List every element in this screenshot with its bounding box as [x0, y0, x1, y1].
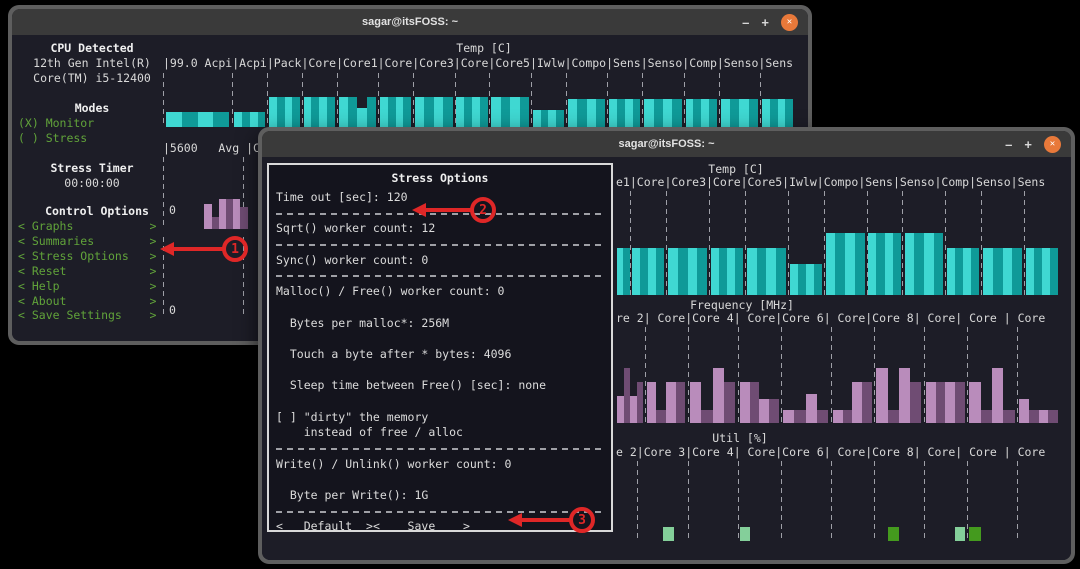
- arrow-left-icon: [412, 203, 426, 217]
- titlebar[interactable]: sagar@itsFOSS: ~ – + ✕: [262, 131, 1071, 157]
- arrow-left-icon: [160, 242, 174, 256]
- close-button[interactable]: ✕: [1044, 136, 1061, 153]
- control-options-heading: Control Options: [12, 204, 182, 218]
- divider: [276, 268, 604, 284]
- mode-stress-radio[interactable]: ( ) Stress: [18, 131, 87, 145]
- malloc-workers-row[interactable]: Malloc() / Free() worker count: 0: [276, 284, 604, 300]
- spacer: [276, 300, 604, 316]
- sync-workers-row[interactable]: Sync() worker count: 0: [276, 253, 604, 269]
- util-graph-labels: e 2|Core 3|Core 4| Core|Core 6| Core|Cor…: [616, 445, 1045, 459]
- divider: [276, 441, 604, 457]
- window-title: sagar@itsFOSS: ~: [362, 16, 458, 28]
- dirty-memory-checkbox[interactable]: [ ] "dirty" the memory: [276, 410, 604, 426]
- util-graph: [616, 461, 1060, 541]
- cpu-model-line1: 12th Gen Intel(R): [12, 56, 172, 70]
- byte-per-write-row[interactable]: Byte per Write(): 1G: [276, 488, 604, 504]
- minimize-button[interactable]: –: [1005, 138, 1012, 151]
- freq-graph: [616, 327, 1060, 423]
- cpu-detected-heading: CPU Detected: [12, 41, 172, 55]
- temp-graph-labels: |99.0 Acpi|Acpi|Pack|Core|Core1|Core|Cor…: [163, 56, 793, 70]
- util-zero-label: 0: [169, 303, 176, 317]
- freq-scale-row: |5600 Avg |C: [163, 141, 260, 155]
- terminal-content: Stress Options Time out [sec]: 120 Sqrt(…: [262, 157, 1071, 560]
- menu-item-graphs[interactable]: < Graphs >: [18, 219, 159, 233]
- temp-graph: [616, 191, 1060, 295]
- menu-item-summaries[interactable]: < Summaries >: [18, 234, 159, 248]
- maximize-button[interactable]: +: [761, 16, 769, 29]
- menu-item-help[interactable]: < Help >: [18, 279, 159, 293]
- temp-graph-title: Temp [C]: [384, 41, 584, 55]
- divider: [276, 237, 604, 253]
- menu-item-reset[interactable]: < Reset >: [18, 264, 159, 278]
- annotation-number: 1: [222, 236, 248, 262]
- terminal-window-front: sagar@itsFOSS: ~ – + ✕ Stress Options Ti…: [258, 127, 1075, 564]
- maximize-button[interactable]: +: [1024, 138, 1032, 151]
- stress-timer-heading: Stress Timer: [12, 161, 172, 175]
- temp-graph: [163, 73, 795, 127]
- modes-heading: Modes: [12, 101, 172, 115]
- freq-graph-title: Frequency [MHz]: [642, 298, 842, 312]
- default-button[interactable]: < Default >: [276, 519, 373, 535]
- spacer: [276, 394, 604, 410]
- temp-graph-title: Temp [C]: [636, 162, 836, 176]
- sqrt-workers-row[interactable]: Sqrt() worker count: 12: [276, 221, 604, 237]
- annotation-2: 2: [412, 197, 500, 223]
- arrow-left-icon: [508, 513, 522, 527]
- annotation-number: 3: [569, 507, 595, 533]
- touch-byte-row[interactable]: Touch a byte after * bytes: 4096: [276, 347, 604, 363]
- mode-monitor-radio[interactable]: (X) Monitor: [18, 116, 94, 130]
- menu-item-about[interactable]: < About >: [18, 294, 159, 308]
- close-button[interactable]: ✕: [781, 14, 798, 31]
- window-title: sagar@itsFOSS: ~: [618, 138, 714, 150]
- save-button[interactable]: < Save >: [373, 519, 470, 535]
- temp-graph-labels: e1|Core|Core3|Core|Core5|Iwlw|Compo|Sens…: [616, 175, 1045, 189]
- freq-graph-labels: re 2| Core|Core 4| Core|Core 6| Core|Cor…: [616, 311, 1045, 325]
- util-graph-title: Util [%]: [640, 431, 840, 445]
- spacer: [276, 472, 604, 488]
- write-workers-row[interactable]: Write() / Unlink() worker count: 0: [276, 457, 604, 473]
- stress-timer-value: 00:00:00: [12, 176, 172, 190]
- dirty-memory-caption: instead of free / alloc: [276, 425, 604, 441]
- dialog-title: Stress Options: [276, 169, 604, 190]
- spacer: [276, 331, 604, 347]
- sleep-time-row[interactable]: Sleep time between Free() [sec]: none: [276, 378, 604, 394]
- cpu-model-line2: Core(TM) i5-12400: [12, 71, 172, 85]
- menu-item-stress-options[interactable]: < Stress Options >: [18, 249, 159, 263]
- menu-item-save-settings[interactable]: < Save Settings >: [18, 308, 159, 322]
- spacer: [276, 363, 604, 379]
- annotation-number: 2: [470, 197, 496, 223]
- titlebar[interactable]: sagar@itsFOSS: ~ – + ✕: [12, 9, 808, 35]
- minimize-button[interactable]: –: [742, 16, 749, 29]
- annotation-3: 3: [508, 507, 598, 533]
- freq-zero-label: 0: [169, 203, 176, 217]
- annotation-1: 1: [160, 236, 252, 262]
- freq-graph-sliver: [202, 157, 250, 229]
- bytes-per-malloc-row[interactable]: Bytes per malloc*: 256M: [276, 316, 604, 332]
